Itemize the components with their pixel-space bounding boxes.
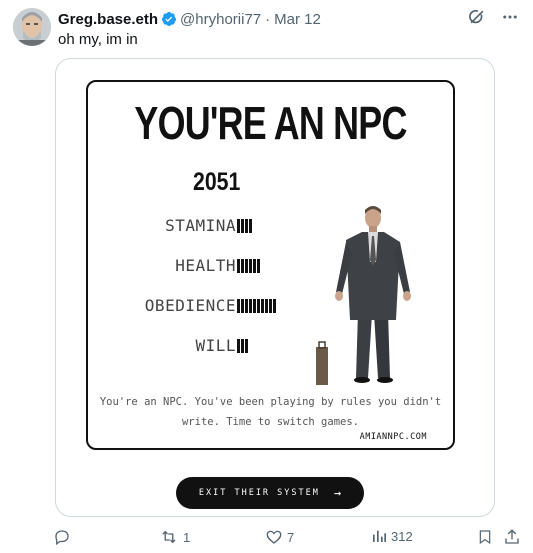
like-icon — [265, 528, 283, 546]
npc-result-panel: YOU'RE AN NPC 2051 STAMINA HEALTH OBEDIE… — [86, 80, 455, 450]
stat-bar-mark — [241, 299, 244, 313]
exit-their-system-button[interactable]: EXIT THEIR SYSTEM → — [176, 477, 364, 509]
stat-bar-mark — [249, 219, 252, 233]
stat-bar-mark — [253, 299, 256, 313]
stat-label-will: WILL — [195, 336, 236, 355]
bookmark-icon — [477, 528, 493, 546]
verified-badge-icon — [161, 11, 177, 27]
result-description: You're an NPC. You've been playing by ru… — [99, 396, 442, 428]
stat-bars-health — [237, 259, 260, 273]
stat-label-stamina: STAMINA — [165, 216, 236, 235]
stat-bar-mark — [245, 259, 248, 273]
stat-bar-mark — [241, 259, 244, 273]
result-title: YOU'RE AN NPC — [134, 97, 407, 149]
tweet-actions: 1 7 312 — [53, 528, 523, 548]
share-icon — [503, 528, 521, 546]
views-count: 312 — [391, 528, 413, 544]
reply-button[interactable] — [53, 528, 75, 546]
share-button[interactable] — [503, 528, 521, 546]
stat-bars-will — [237, 339, 248, 353]
stat-bar-mark — [269, 299, 272, 313]
reply-icon — [53, 528, 71, 546]
header-icons — [467, 7, 519, 27]
stat-bar-mark — [249, 259, 252, 273]
stat-bar-mark — [245, 339, 248, 353]
stat-bar-mark — [253, 259, 256, 273]
stat-bars-obedience — [237, 299, 276, 313]
stat-label-obedience: OBEDIENCE — [144, 296, 236, 315]
like-count: 7 — [287, 529, 295, 545]
tweet-header: Greg.base.eth @hryhorii77 · Mar 12 — [58, 9, 473, 29]
stat-bar-mark — [273, 299, 276, 313]
site-link: AMIANNPC.COM — [359, 432, 427, 442]
bookmark-button[interactable] — [477, 528, 493, 546]
stat-label-health: HEALTH — [175, 256, 236, 275]
repost-count: 1 — [183, 529, 191, 545]
tweet-text: oh my, im in — [58, 31, 138, 48]
arrow-right-icon: → — [333, 486, 342, 500]
repost-icon — [159, 528, 179, 546]
stat-bar-mark — [245, 299, 248, 313]
stat-bar-mark — [241, 339, 244, 353]
stat-bar-mark — [261, 299, 264, 313]
like-button[interactable]: 7 — [265, 528, 294, 546]
author-handle[interactable]: @hryhorii77 — [180, 11, 261, 28]
stat-bars-stamina — [237, 219, 252, 233]
stat-bar-mark — [237, 299, 240, 313]
more-icon[interactable] — [501, 8, 519, 26]
stat-bar-mark — [257, 299, 260, 313]
author-name[interactable]: Greg.base.eth — [58, 11, 158, 28]
stat-bar-mark — [249, 299, 252, 313]
stat-bar-mark — [237, 259, 240, 273]
tweet-media-card[interactable]: YOU'RE AN NPC 2051 STAMINA HEALTH OBEDIE… — [55, 58, 495, 517]
stat-bar-mark — [237, 339, 240, 353]
npc-figure-image — [316, 206, 411, 385]
views-button[interactable]: 312 — [371, 528, 413, 544]
views-icon — [371, 528, 387, 544]
grok-icon[interactable] — [467, 7, 487, 27]
stat-bar-mark — [241, 219, 244, 233]
avatar[interactable] — [13, 8, 51, 46]
tweet-date[interactable]: Mar 12 — [274, 11, 321, 28]
stat-bar-mark — [265, 299, 268, 313]
repost-button[interactable]: 1 — [159, 528, 190, 546]
stat-bar-mark — [245, 219, 248, 233]
stat-bar-mark — [237, 219, 240, 233]
exit-button-label: EXIT THEIR SYSTEM — [198, 488, 320, 498]
header-separator: · — [265, 10, 271, 28]
result-year: 2051 — [193, 168, 241, 196]
stat-bar-mark — [257, 259, 260, 273]
